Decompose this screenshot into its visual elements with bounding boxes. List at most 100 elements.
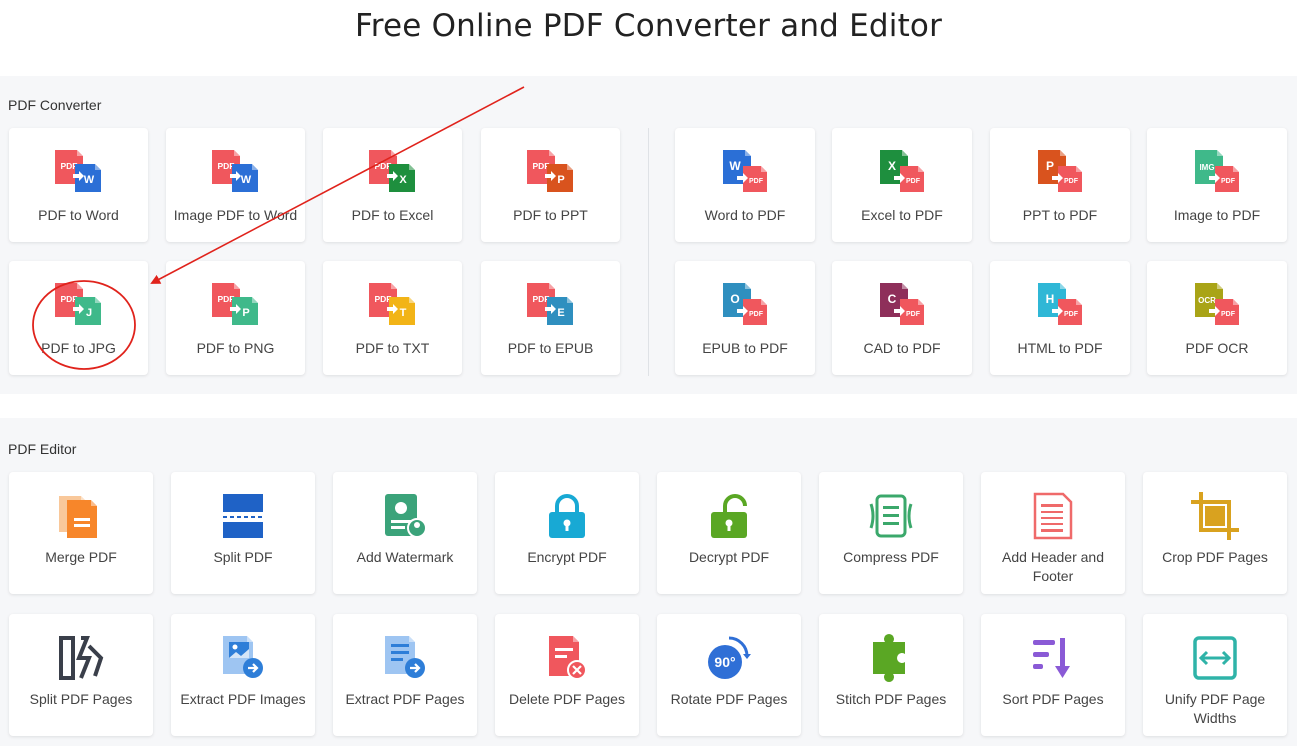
svg-text:PDF: PDF xyxy=(749,311,764,318)
section-label-editor: PDF Editor xyxy=(8,441,77,457)
svg-text:PDF: PDF xyxy=(60,294,77,304)
converter-card-pdf-to-ppt[interactable]: PDF P PDF to PPT xyxy=(481,128,620,242)
converter-card-ppt-to-pdf[interactable]: P PDF PPT to PDF xyxy=(990,128,1130,242)
split-pdf-pages-icon xyxy=(55,632,107,684)
editor-card-extract-pdf-images[interactable]: Extract PDF Images xyxy=(171,614,315,736)
excel-to-pdf-icon: X PDF xyxy=(876,148,928,194)
pdf-to-excel-icon: PDF X xyxy=(367,148,419,194)
converter-card-pdf-to-jpg[interactable]: PDF J PDF to JPG xyxy=(9,261,148,375)
converter-card-pdf-to-png[interactable]: PDF P PDF to PNG xyxy=(166,261,305,375)
svg-text:W: W xyxy=(240,174,251,186)
svg-text:PDF: PDF xyxy=(217,294,234,304)
converter-card-pdf-to-epub[interactable]: PDF E PDF to EPUB xyxy=(481,261,620,375)
html-to-pdf-icon: H PDF xyxy=(1034,281,1086,327)
converter-card-html-to-pdf[interactable]: H PDF HTML to PDF xyxy=(990,261,1130,375)
svg-text:PDF: PDF xyxy=(1221,311,1236,318)
card-label: Compress PDF xyxy=(843,549,939,565)
pdf-to-png-icon: PDF P xyxy=(210,281,262,327)
compress-pdf-icon xyxy=(865,490,917,542)
svg-text:PDF: PDF xyxy=(749,178,764,185)
split-pdf-icon xyxy=(217,490,269,542)
pdf-ocr-icon: OCR PDF xyxy=(1191,281,1243,327)
converter-card-word-to-pdf[interactable]: W PDF Word to PDF xyxy=(675,128,815,242)
editor-card-merge-pdf[interactable]: Merge PDF xyxy=(9,472,153,594)
card-label: PDF to EPUB xyxy=(507,340,594,356)
card-label: Add Watermark xyxy=(356,549,454,565)
unify-widths-icon xyxy=(1189,632,1241,684)
card-label: Delete PDF Pages xyxy=(509,691,625,707)
ppt-to-pdf-icon: P PDF xyxy=(1034,148,1086,194)
card-label: Image to PDF xyxy=(1173,207,1261,223)
svg-text:PDF: PDF xyxy=(1221,178,1236,185)
merge-pdf-icon xyxy=(55,490,107,542)
editor-card-stitch-pdf-pages[interactable]: Stitch PDF Pages xyxy=(819,614,963,736)
cad-to-pdf-icon: C PDF xyxy=(876,281,928,327)
editor-card-compress-pdf[interactable]: Compress PDF xyxy=(819,472,963,594)
card-label: PDF to PPT xyxy=(513,207,588,223)
card-label: PPT to PDF xyxy=(1022,207,1098,223)
card-label: Crop PDF Pages xyxy=(1162,549,1268,565)
editor-card-unify-pdf-page-widths[interactable]: Unify PDF Page Widths xyxy=(1143,614,1287,736)
card-label: Add Header and Footer xyxy=(1002,549,1104,584)
converter-card-image-pdf-to-word[interactable]: PDF W Image PDF to Word xyxy=(166,128,305,242)
converter-card-pdf-to-excel[interactable]: PDF X PDF to Excel xyxy=(323,128,462,242)
editor-card-add-header-and-footer[interactable]: Add Header and Footer xyxy=(981,472,1125,594)
converter-card-pdf-ocr[interactable]: OCR PDF PDF OCR xyxy=(1147,261,1287,375)
svg-text:90°: 90° xyxy=(714,654,735,670)
card-label: Extract PDF Images xyxy=(180,691,306,707)
card-label: Excel to PDF xyxy=(861,207,943,223)
svg-text:PDF: PDF xyxy=(60,161,77,171)
svg-text:W: W xyxy=(83,174,94,186)
section-label-converter: PDF Converter xyxy=(8,97,102,113)
decrypt-pdf-icon xyxy=(703,490,755,542)
sort-pages-icon xyxy=(1027,632,1079,684)
card-label: Word to PDF xyxy=(704,207,786,223)
card-label: Split PDF Pages xyxy=(29,691,133,707)
editor-card-split-pdf-pages[interactable]: Split PDF Pages xyxy=(9,614,153,736)
svg-text:E: E xyxy=(557,307,564,319)
card-label: Extract PDF Pages xyxy=(345,691,465,707)
editor-card-add-watermark[interactable]: Add Watermark xyxy=(333,472,477,594)
svg-text:C: C xyxy=(888,292,897,306)
svg-text:PDF: PDF xyxy=(1064,311,1079,318)
svg-text:T: T xyxy=(399,307,406,319)
card-label: Decrypt PDF xyxy=(688,549,770,565)
svg-text:PDF: PDF xyxy=(532,294,549,304)
svg-text:J: J xyxy=(85,307,91,319)
svg-text:P: P xyxy=(557,174,564,186)
image-to-pdf-icon: IMG PDF xyxy=(1191,148,1243,194)
converter-card-excel-to-pdf[interactable]: X PDF Excel to PDF xyxy=(832,128,972,242)
svg-text:PDF: PDF xyxy=(906,311,921,318)
pdf-to-txt-icon: PDF T xyxy=(367,281,419,327)
card-label: CAD to PDF xyxy=(863,340,941,356)
editor-card-sort-pdf-pages[interactable]: Sort PDF Pages xyxy=(981,614,1125,736)
svg-text:W: W xyxy=(729,159,741,173)
rotate-pages-icon: 90° xyxy=(703,632,755,684)
converter-card-pdf-to-word[interactable]: PDF W PDF to Word xyxy=(9,128,148,242)
card-label: Sort PDF Pages xyxy=(1002,691,1104,707)
editor-card-delete-pdf-pages[interactable]: Delete PDF Pages xyxy=(495,614,639,736)
header-footer-icon xyxy=(1027,490,1079,542)
svg-text:PDF: PDF xyxy=(374,161,391,171)
svg-text:P: P xyxy=(1046,159,1054,173)
crop-pdf-icon xyxy=(1189,490,1241,542)
add-watermark-icon xyxy=(379,490,431,542)
stitch-pages-icon xyxy=(865,632,917,684)
editor-card-encrypt-pdf[interactable]: Encrypt PDF xyxy=(495,472,639,594)
pdf-to-jpg-icon: PDF J xyxy=(53,281,105,327)
svg-text:PDF: PDF xyxy=(374,294,391,304)
card-label: Merge PDF xyxy=(45,549,117,565)
editor-card-decrypt-pdf[interactable]: Decrypt PDF xyxy=(657,472,801,594)
converter-card-pdf-to-txt[interactable]: PDF T PDF to TXT xyxy=(323,261,462,375)
converter-card-epub-to-pdf[interactable]: O PDF EPUB to PDF xyxy=(675,261,815,375)
card-label: PDF to Word xyxy=(38,207,119,223)
card-label: Split PDF xyxy=(213,549,273,565)
card-label: PDF to PNG xyxy=(196,340,275,356)
converter-card-cad-to-pdf[interactable]: C PDF CAD to PDF xyxy=(832,261,972,375)
editor-card-crop-pdf-pages[interactable]: Crop PDF Pages xyxy=(1143,472,1287,594)
converter-card-image-to-pdf[interactable]: IMG PDF Image to PDF xyxy=(1147,128,1287,242)
editor-card-split-pdf[interactable]: Split PDF xyxy=(171,472,315,594)
editor-card-rotate-pdf-pages[interactable]: 90° Rotate PDF Pages xyxy=(657,614,801,736)
pdf-to-epub-icon: PDF E xyxy=(525,281,577,327)
editor-card-extract-pdf-pages[interactable]: Extract PDF Pages xyxy=(333,614,477,736)
